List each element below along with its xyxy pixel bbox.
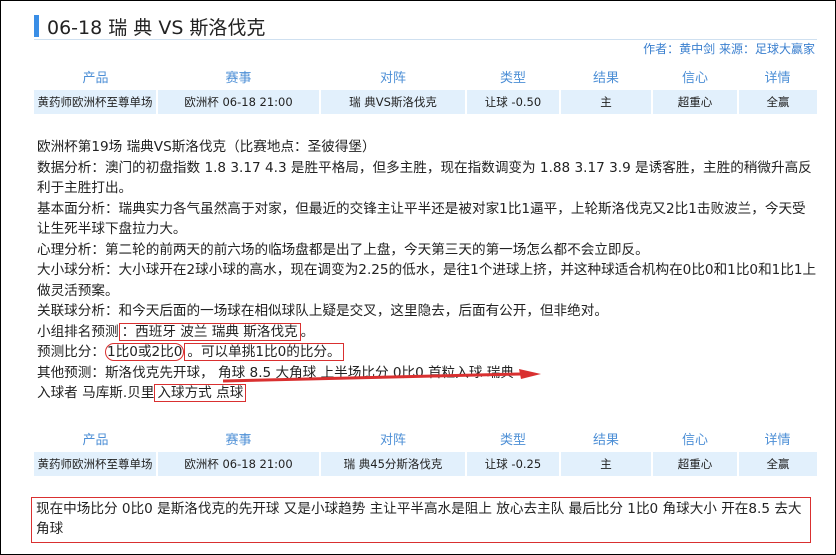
score-prediction-label: 预测比分：	[37, 344, 105, 360]
cell-confidence: 超重心	[652, 90, 739, 114]
title-bar: 06-18 瑞 典 VS 斯洛伐克	[34, 13, 265, 39]
group-prediction: 小组排名预测 ：西班牙 波兰 瑞典 斯洛伐克。	[37, 322, 817, 343]
col-event: 赛事	[225, 433, 252, 448]
data-analysis: 数据分析：澳门的初盘指数 1.8 3.17 4.3 是胜平格局，但多主胜，现在指…	[37, 159, 812, 197]
col-event: 赛事	[225, 71, 252, 86]
table-row: 黄药师欧洲杯至尊单场 欧洲杯 06-18 21:00 瑞 典VS斯洛伐克 让球 …	[34, 90, 817, 114]
page-frame: 06-18 瑞 典 VS 斯洛伐克 作者：黄中剑 来源：足球大赢家 产品 赛事 …	[0, 0, 836, 555]
cell-result: 主	[560, 452, 653, 476]
cell-match: 瑞 典VS斯洛伐克	[320, 90, 467, 114]
col-product: 产品	[82, 71, 109, 86]
cell-details: 全赢	[738, 90, 817, 114]
col-details: 详情	[764, 433, 791, 448]
cell-confidence: 超重心	[652, 452, 739, 476]
over-under-analysis: 大小球分析：大小球开在2球小球的高水，现在调变为2.25的低水，是往1个进球上挤…	[37, 262, 817, 299]
analysis-body: 欧洲杯第19场 瑞典VS斯洛伐克（比赛地点：圣彼得堡） 数据分析：澳门的初盘指数…	[37, 137, 817, 404]
scorer-label: 入球者 马库斯.贝里	[37, 385, 155, 401]
cell-result: 主	[560, 90, 653, 114]
col-match: 对阵	[379, 433, 406, 448]
red-arrow-annotation	[222, 368, 541, 383]
pick-table-header: 产品 赛事 对阵 类型 结果 信心 详情	[34, 63, 817, 90]
col-confidence: 信心	[681, 433, 708, 448]
scorer-highlight: 入球方式 点球	[154, 384, 247, 402]
related-analysis: 关联球分析：和今天后面的一场球在相似球队上疑是交叉，这里隐去，后面有公开，但非绝…	[37, 303, 608, 319]
arrow-icon	[222, 369, 541, 383]
col-result: 结果	[592, 433, 619, 448]
cell-product: 黄药师欧洲杯至尊单场	[34, 90, 158, 114]
pick-table-1: 产品 赛事 对阵 类型 结果 信心 详情 黄药师欧洲杯至尊单场 欧洲杯 06-1…	[34, 63, 817, 114]
cell-details: 全赢	[738, 452, 817, 476]
score-prediction-circled: 1比0或2比0	[104, 343, 185, 361]
col-type: 类型	[499, 433, 526, 448]
scorer-prediction: 入球者 马库斯.贝里 入球方式 点球	[37, 383, 817, 404]
col-type: 类型	[499, 71, 526, 86]
title-accent-bar	[34, 15, 39, 37]
table-row: 黄药师欧洲杯至尊单场 欧洲杯 06-18 21:00 瑞 典45分斯洛伐克 让球…	[34, 452, 817, 476]
group-prediction-highlight: ：西班牙 波兰 瑞典 斯洛伐克	[118, 322, 301, 341]
pick-table-header: 产品 赛事 对阵 类型 结果 信心 详情	[34, 425, 817, 452]
score-prediction-highlight: 。可以单挑1比0的比分。	[184, 343, 344, 361]
group-prediction-label: 小组排名预测	[37, 323, 119, 340]
match-line: 欧洲杯第19场 瑞典VS斯洛伐克（比赛地点：圣彼得堡）	[37, 139, 376, 155]
score-prediction: 预测比分： 1比0或2比0 。可以单挑1比0的比分。	[37, 342, 817, 363]
psychology-analysis: 心理分析：第二轮的前两天的前六场的临场盘都是出了上盘，今天第三天的第一场怎么都不…	[37, 241, 649, 258]
col-match: 对阵	[379, 71, 406, 86]
cell-match: 瑞 典45分斯洛伐克	[320, 452, 467, 476]
col-result: 结果	[592, 71, 619, 86]
page-title: 06-18 瑞 典 VS 斯洛伐克	[47, 16, 266, 39]
pick-table-2: 产品 赛事 对阵 类型 结果 信心 详情 黄药师欧洲杯至尊单场 欧洲杯 06-1…	[34, 425, 817, 476]
halftime-note: 现在中场比分 0比0 是斯洛伐克的先开球 又是小球趋势 主让平半高水是阻上 放心…	[31, 497, 811, 543]
cell-type: 让球 -0.25	[466, 452, 561, 476]
cell-event: 欧洲杯 06-18 21:00	[157, 90, 321, 114]
col-product: 产品	[82, 433, 109, 448]
col-confidence: 信心	[681, 71, 708, 86]
cell-product: 黄药师欧洲杯至尊单场	[34, 452, 158, 476]
group-prediction-end: 。	[300, 323, 315, 340]
cell-type: 让球 -0.50	[466, 90, 561, 114]
col-details: 详情	[764, 71, 791, 86]
author-source-link[interactable]: 作者：黄中剑 来源：足球大赢家	[643, 40, 815, 57]
fundamentals-analysis: 基本面分析：瑞典实力各气虽然高于对家，但最近的交锋主让平半还是被对家1比1逼平，…	[37, 200, 806, 238]
cell-event: 欧洲杯 06-18 21:00	[157, 452, 321, 476]
